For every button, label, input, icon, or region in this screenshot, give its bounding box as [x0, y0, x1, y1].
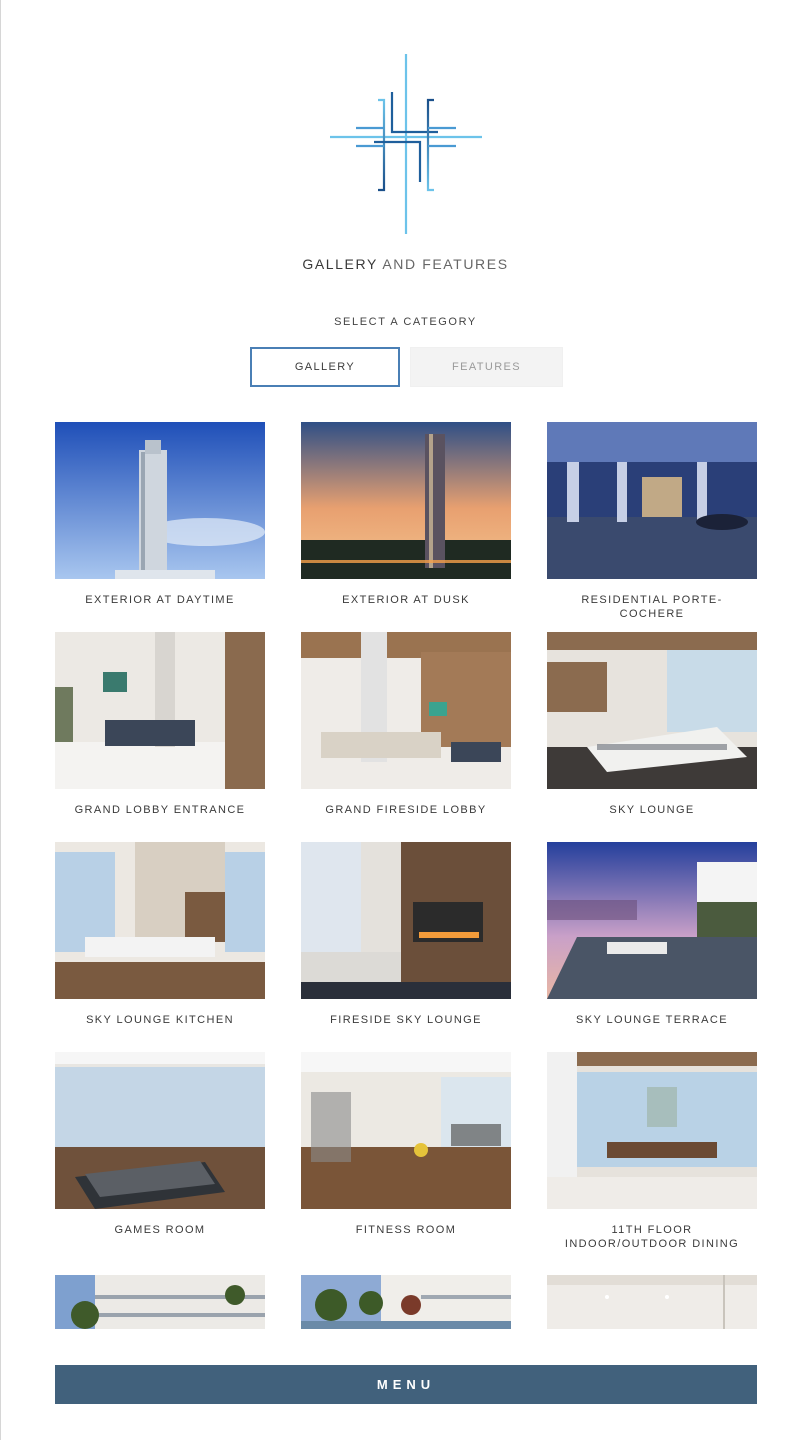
gallery-thumbnail: [301, 632, 511, 789]
gallery-thumbnail: [55, 1052, 265, 1209]
menu-button[interactable]: MENU: [55, 1365, 757, 1404]
gallery-caption: FIRESIDE SKY LOUNGE: [330, 1014, 482, 1026]
gallery-caption: SKY LOUNGE: [609, 804, 695, 816]
gallery-thumbnail: [547, 1052, 757, 1209]
gallery-thumbnail: [547, 842, 757, 999]
gallery-thumbnail: [55, 422, 265, 579]
gallery-item[interactable]: GAMES ROOM: [55, 1052, 265, 1237]
gallery-thumbnail: [301, 842, 511, 999]
gallery-thumbnail: [301, 1052, 511, 1209]
gallery-thumbnail: [301, 1275, 511, 1329]
gallery-item[interactable]: EXTERIOR AT DUSK: [301, 422, 511, 607]
gallery-caption: SKY LOUNGE KITCHEN: [86, 1014, 234, 1026]
gallery-item[interactable]: [55, 1275, 265, 1329]
gallery-item[interactable]: 11TH FLOOR INDOOR/OUTDOOR DINING: [547, 1052, 757, 1251]
gallery-grid: EXTERIOR AT DAYTIME EXTERIOR AT DUSK RES…: [0, 0, 811, 1330]
gallery-item[interactable]: FIRESIDE SKY LOUNGE: [301, 842, 511, 1027]
gallery-thumbnail: [301, 422, 511, 579]
gallery-item[interactable]: [301, 1275, 511, 1329]
gallery-item[interactable]: EXTERIOR AT DAYTIME: [55, 422, 265, 607]
gallery-item[interactable]: GRAND LOBBY ENTRANCE: [55, 632, 265, 817]
gallery-caption: 11TH FLOOR INDOOR/OUTDOOR DINING: [564, 1224, 740, 1250]
gallery-item[interactable]: RESIDENTIAL PORTE-COCHERE: [547, 422, 757, 621]
gallery-item[interactable]: GRAND FIRESIDE LOBBY: [301, 632, 511, 817]
gallery-caption: RESIDENTIAL PORTE-COCHERE: [581, 594, 723, 620]
gallery-item[interactable]: [547, 1275, 757, 1329]
gallery-caption: GRAND FIRESIDE LOBBY: [325, 804, 487, 816]
gallery-item[interactable]: SKY LOUNGE KITCHEN: [55, 842, 265, 1027]
gallery-item[interactable]: FITNESS ROOM: [301, 1052, 511, 1237]
gallery-caption: GAMES ROOM: [114, 1224, 206, 1236]
gallery-item[interactable]: SKY LOUNGE TERRACE: [547, 842, 757, 1027]
gallery-item[interactable]: SKY LOUNGE: [547, 632, 757, 817]
gallery-thumbnail: [547, 422, 757, 579]
gallery-thumbnail: [547, 1275, 757, 1329]
gallery-thumbnail: [55, 1275, 265, 1329]
gallery-thumbnail: [547, 632, 757, 789]
gallery-thumbnail: [55, 632, 265, 789]
gallery-thumbnail: [55, 842, 265, 999]
gallery-caption: EXTERIOR AT DUSK: [342, 594, 470, 606]
gallery-caption: SKY LOUNGE TERRACE: [576, 1014, 728, 1026]
gallery-caption: FITNESS ROOM: [355, 1224, 457, 1236]
gallery-caption: GRAND LOBBY ENTRANCE: [74, 804, 246, 816]
gallery-caption: EXTERIOR AT DAYTIME: [85, 594, 235, 606]
